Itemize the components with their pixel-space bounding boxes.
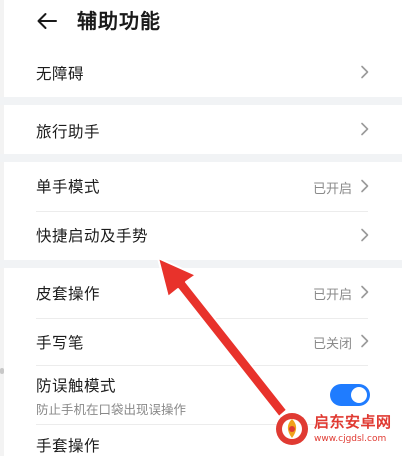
page-title: 辅助功能 bbox=[77, 9, 161, 33]
row-label: 快捷启动及手势 bbox=[36, 227, 149, 245]
app-header: 辅助功能 bbox=[0, 0, 402, 44]
watermark-name: 启东安卓网 bbox=[314, 413, 392, 431]
chevron-right-icon bbox=[361, 179, 369, 193]
chevron-right-icon bbox=[361, 334, 369, 348]
watermark-logo-icon bbox=[272, 408, 312, 448]
setting-row-accessibility[interactable]: 无障碍 bbox=[0, 50, 402, 94]
arrow-left-icon bbox=[37, 13, 57, 29]
watermark-text: 启东安卓网 www.cjgdsl.com bbox=[314, 411, 392, 444]
chevron-right-icon bbox=[361, 65, 369, 79]
accidental-touch-toggle[interactable] bbox=[330, 384, 370, 406]
row-label: 防误触模式 bbox=[36, 377, 117, 395]
section-gap bbox=[0, 97, 402, 105]
row-label: 单手模式 bbox=[36, 178, 101, 196]
row-sublabel: 防止手机在口袋出现误操作 bbox=[36, 402, 187, 417]
row-label: 旅行助手 bbox=[36, 123, 101, 141]
section-gap bbox=[0, 260, 402, 268]
toggle-knob bbox=[351, 387, 367, 403]
row-label: 无障碍 bbox=[36, 65, 85, 83]
row-label: 手写笔 bbox=[36, 334, 85, 352]
watermark: 启东安卓网 www.cjgdsl.com bbox=[272, 404, 398, 452]
row-status: 已开启 bbox=[312, 288, 352, 303]
setting-row-travel-assistant[interactable]: 旅行助手 bbox=[0, 106, 402, 154]
watermark-url: www.cjgdsl.com bbox=[314, 434, 387, 444]
setting-row-stylus[interactable]: 手写笔 已关闭 bbox=[0, 319, 402, 365]
back-button[interactable] bbox=[32, 6, 62, 36]
section-gap bbox=[0, 154, 402, 162]
setting-row-one-hand-mode[interactable]: 单手模式 已开启 bbox=[0, 163, 402, 211]
row-label: 手套操作 bbox=[36, 437, 101, 455]
setting-row-cover-operation[interactable]: 皮套操作 已开启 bbox=[0, 268, 402, 318]
setting-row-shortcuts-gestures[interactable]: 快捷启动及手势 bbox=[0, 212, 402, 258]
row-status: 已开启 bbox=[312, 182, 352, 197]
chevron-right-icon bbox=[361, 122, 369, 136]
chevron-right-icon bbox=[361, 285, 369, 299]
chevron-right-icon bbox=[361, 228, 369, 242]
accessibility-settings-screen: 辅助功能 无障碍 旅行助手 单手模式 已开启 快捷启动及手势 皮套操作 已开启 bbox=[0, 0, 402, 456]
row-label: 皮套操作 bbox=[36, 285, 101, 303]
row-status: 已关闭 bbox=[312, 337, 352, 352]
